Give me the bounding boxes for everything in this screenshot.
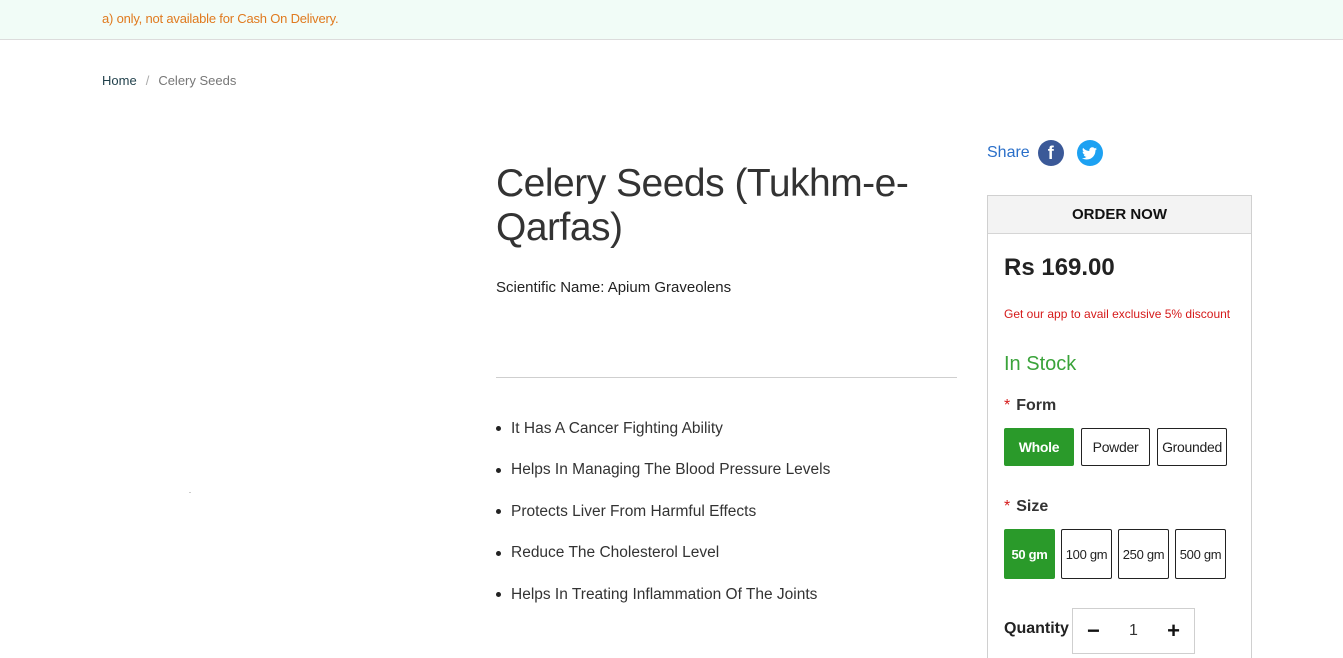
quantity-decrease-button[interactable]: −	[1087, 620, 1100, 642]
feature-item: Protects Liver From Harmful Effects	[496, 491, 830, 533]
twitter-bird-icon	[1082, 146, 1098, 159]
bullet-icon	[496, 592, 501, 598]
quantity-stepper: − 1 +	[1072, 608, 1195, 654]
size-options: 50 gm 100 gm 250 gm 500 gm	[1004, 529, 1232, 579]
product-image-area	[189, 492, 191, 493]
price: Rs 169.00	[1004, 254, 1115, 281]
scientific-name: Scientific Name: Apium Graveolens	[496, 279, 732, 296]
form-option-powder[interactable]: Powder	[1081, 428, 1150, 466]
form-option-whole[interactable]: Whole	[1004, 428, 1074, 466]
share-bar: Share f	[987, 140, 1116, 166]
feature-item: It Has A Cancer Fighting Ability	[496, 408, 830, 450]
feature-text: It Has A Cancer Fighting Ability	[511, 419, 723, 437]
feature-item: Reduce The Cholesterol Level	[496, 533, 830, 575]
size-option-250gm[interactable]: 250 gm	[1118, 529, 1169, 579]
bullet-icon	[496, 550, 501, 556]
order-panel: ORDER NOW Rs 169.00 Get our app to avail…	[987, 195, 1252, 658]
form-options: Whole Powder Grounded	[1004, 428, 1234, 466]
feature-text: Protects Liver From Harmful Effects	[511, 502, 757, 520]
size-option-500gm[interactable]: 500 gm	[1175, 529, 1226, 579]
notice-bar: a) only, not available for Cash On Deliv…	[0, 0, 1343, 40]
feature-item: Helps In Treating Inflammation Of The Jo…	[496, 574, 830, 616]
bullet-icon	[496, 426, 501, 432]
stock-status: In Stock	[1004, 353, 1077, 375]
quantity-label: Quantity	[1004, 620, 1069, 637]
form-label: * Form	[1004, 397, 1057, 414]
form-option-grounded[interactable]: Grounded	[1157, 428, 1227, 466]
breadcrumb: Home / Celery Seeds	[102, 73, 236, 88]
feature-list: It Has A Cancer Fighting Ability Helps I…	[496, 408, 830, 616]
product-title: Celery Seeds (Tukhm-e-Qarfas)	[496, 162, 909, 249]
facebook-icon[interactable]: f	[1037, 140, 1064, 166]
feature-text: Helps In Managing The Blood Pressure Lev…	[511, 461, 831, 479]
divider	[496, 377, 957, 378]
feature-text: Helps In Treating Inflammation Of The Jo…	[511, 585, 818, 603]
quantity-value[interactable]: 1	[1129, 622, 1138, 640]
feature-text: Reduce The Cholesterol Level	[511, 544, 720, 562]
size-option-50gm[interactable]: 50 gm	[1004, 529, 1055, 579]
bullet-icon	[496, 467, 501, 473]
breadcrumb-separator: /	[145, 73, 150, 88]
twitter-icon[interactable]	[1076, 140, 1103, 166]
notice-text: a) only, not available for Cash On Deliv…	[102, 11, 339, 26]
app-discount-note: Get our app to avail exclusive 5% discou…	[1004, 307, 1231, 321]
breadcrumb-home-link[interactable]: Home	[102, 73, 137, 88]
size-label: * Size	[1004, 498, 1049, 515]
bullet-icon	[496, 509, 501, 515]
breadcrumb-current: Celery Seeds	[158, 73, 237, 88]
feature-item: Helps In Managing The Blood Pressure Lev…	[496, 450, 830, 492]
quantity-increase-button[interactable]: +	[1167, 620, 1180, 642]
size-option-100gm[interactable]: 100 gm	[1061, 529, 1112, 579]
required-mark: *	[1004, 397, 1011, 414]
share-label: Share	[987, 144, 1030, 161]
required-mark: *	[1004, 498, 1011, 515]
order-panel-header: ORDER NOW	[988, 196, 1251, 234]
